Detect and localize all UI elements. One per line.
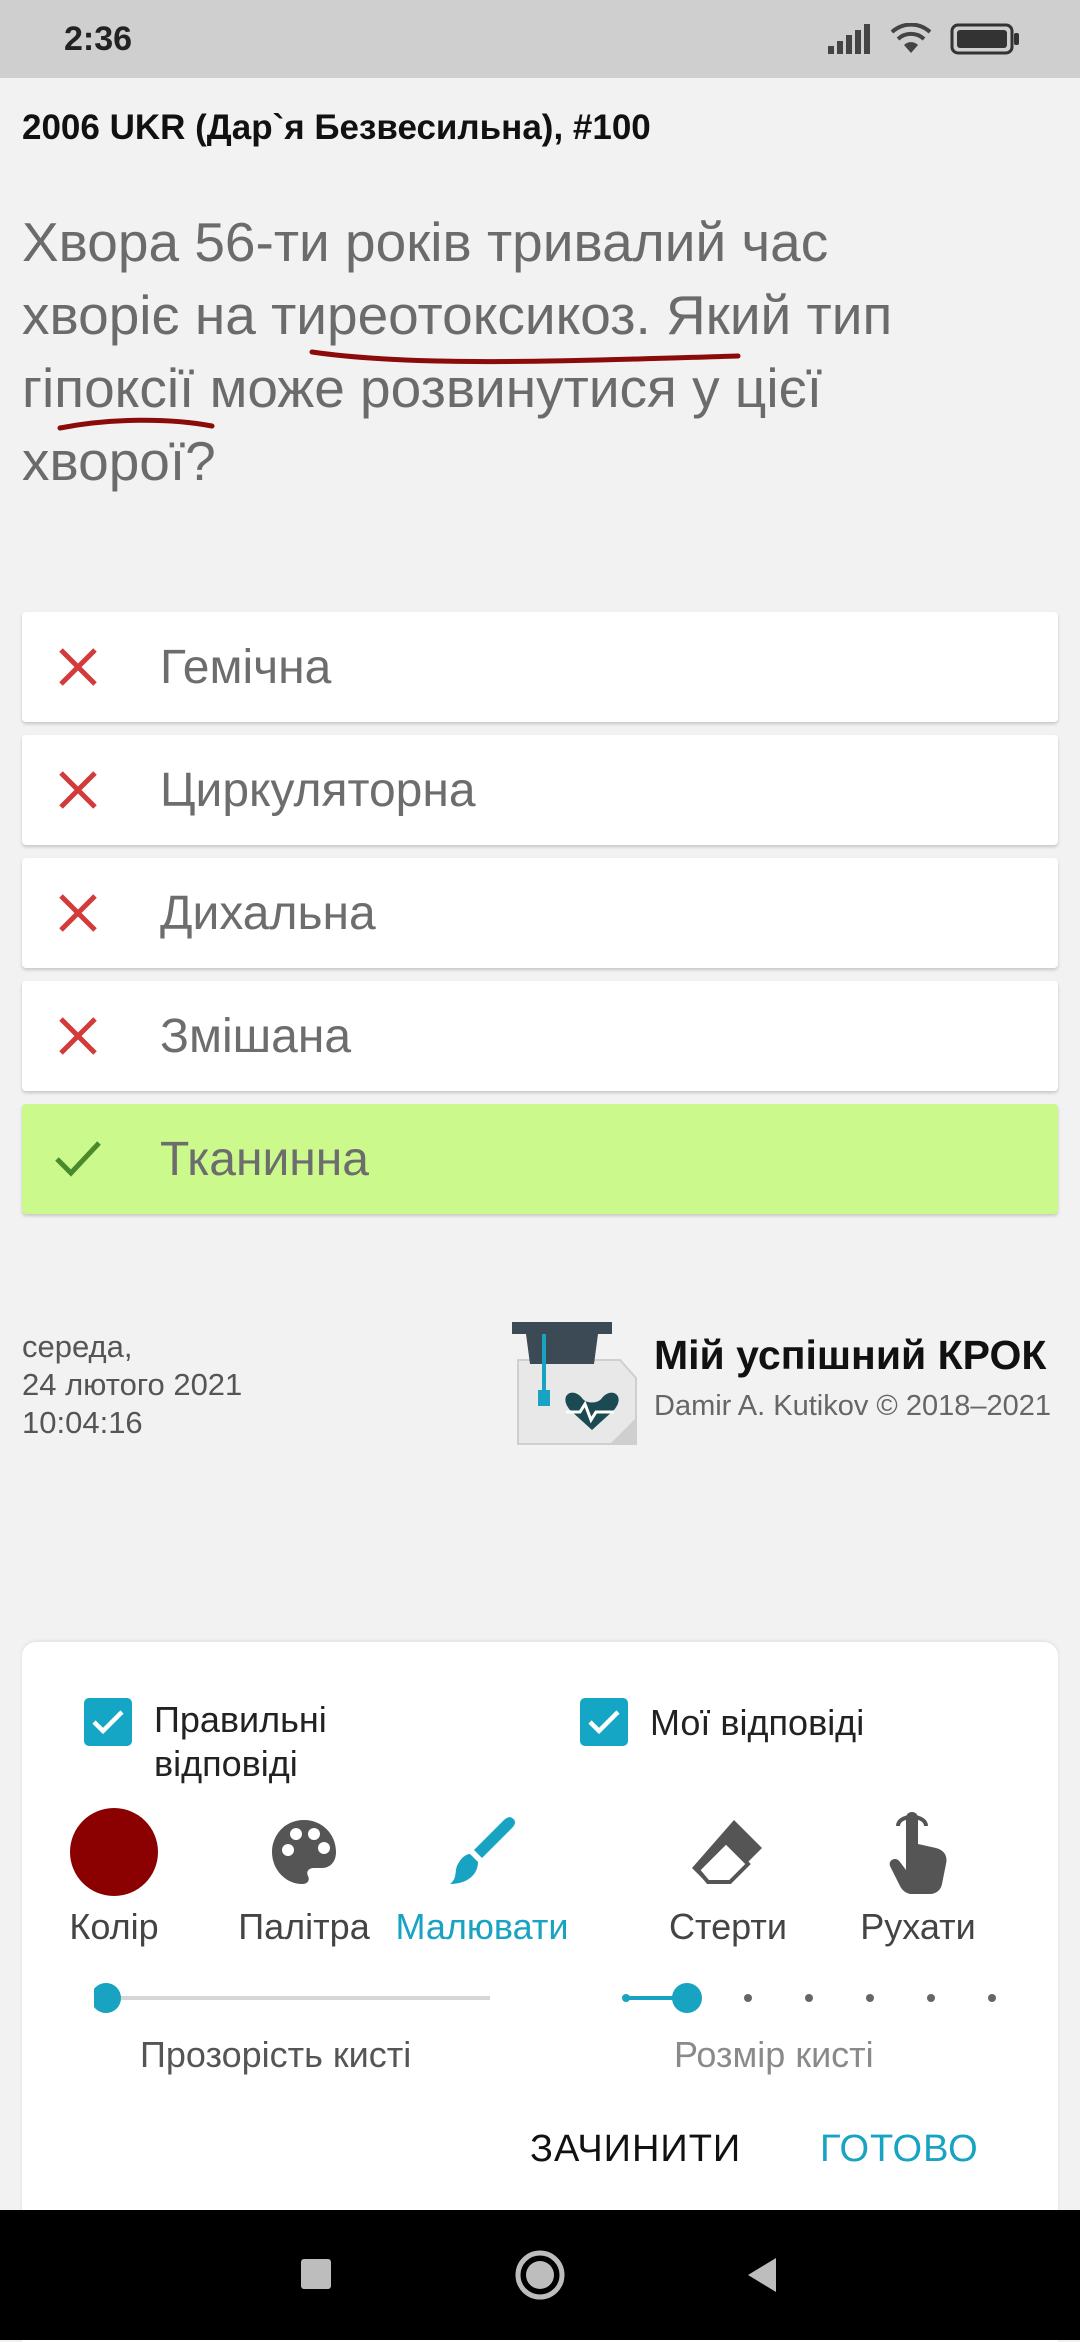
answer-label: Циркуляторна — [160, 763, 476, 817]
answer-label: Тканинна — [160, 1132, 369, 1186]
slider-step-dot — [988, 1994, 996, 2002]
tool-draw[interactable]: Малювати — [362, 1802, 602, 1948]
timestamp: середа, 24 лютого 2021 10:04:16 — [22, 1329, 243, 1440]
wrong-icon — [52, 887, 104, 939]
answer-option[interactable]: Дихальна — [22, 858, 1058, 968]
answer-option-correct[interactable]: Тканинна — [22, 1104, 1058, 1214]
close-button[interactable]: ЗАЧИНИТИ — [530, 2128, 741, 2171]
checkbox-checked-icon — [580, 1698, 628, 1746]
tool-label: Колір — [69, 1906, 159, 1947]
done-button[interactable]: ГОТОВО — [820, 2128, 979, 2171]
home-icon[interactable] — [512, 2250, 568, 2300]
tool-label: Стерти — [669, 1906, 787, 1947]
slider-step-dot — [622, 1994, 630, 2002]
brush-size-slider[interactable] — [602, 1978, 1002, 2018]
answer-option[interactable]: Гемічна — [22, 612, 1058, 722]
answer-label: Гемічна — [160, 640, 332, 694]
tool-label: Малювати — [395, 1906, 569, 1947]
tool-move[interactable]: Рухати — [818, 1802, 1018, 1948]
tool-label: Рухати — [860, 1906, 976, 1947]
brush-icon — [450, 1817, 515, 1884]
status-icons — [828, 23, 1020, 55]
checkbox-label: Правильні відповіді — [154, 1699, 327, 1784]
app-brand: Мій успішний КРОК Damir A. Kutikov © 201… — [510, 1320, 1080, 1450]
wrong-icon — [52, 1010, 104, 1062]
palette-icon — [272, 1820, 336, 1884]
checkbox-checked-icon — [84, 1698, 132, 1746]
tool-bar: Колір Палітра Малювати Стерти Рухати — [22, 1802, 1058, 1952]
answer-list: Гемічна Циркуляторна Дихальна Змішана Тк… — [22, 612, 1058, 1227]
checkbox-my-answers[interactable]: Мої відповіді — [580, 1698, 864, 1746]
app-logo-icon — [512, 1322, 637, 1445]
slider-step-dot — [927, 1994, 935, 2002]
answer-label: Змішана — [160, 1009, 352, 1063]
brush-size-label: Розмір кисті — [674, 2034, 874, 2075]
wifi-icon — [890, 23, 932, 53]
hand-pointer-icon — [889, 1812, 947, 1894]
status-time: 2:36 — [64, 19, 133, 58]
wrong-icon — [52, 764, 104, 816]
checkbox-label: Мої відповіді — [650, 1702, 865, 1743]
eraser-icon — [692, 1820, 762, 1884]
slider-thumb[interactable] — [94, 1983, 121, 2013]
app-copyright: Damir A. Kutikov © 2018–2021 — [654, 1390, 1051, 1422]
recents-icon[interactable] — [300, 2250, 332, 2300]
question-line: Хвора 56-ти років тривалий час — [22, 211, 829, 273]
question-line: гіпоксії може розвинутися у цієї — [22, 357, 822, 419]
slider-thumb[interactable] — [672, 1983, 702, 2013]
question-source: 2006 UKR (Дар`я Безвесильна), #100 — [22, 108, 651, 147]
answer-option[interactable]: Змішана — [22, 981, 1058, 1091]
check-icon — [52, 1133, 104, 1185]
tool-color[interactable]: Колір — [14, 1802, 214, 1948]
wrong-icon — [52, 641, 104, 693]
opacity-label: Прозорість кисті — [140, 2034, 412, 2075]
answer-option[interactable]: Циркуляторна — [22, 735, 1058, 845]
question-text: Хвора 56-ти років тривалий час хворіє на… — [22, 206, 1052, 498]
battery-icon — [950, 23, 1019, 55]
color-swatch-icon — [70, 1808, 158, 1896]
system-nav-bar — [0, 2210, 1080, 2340]
app-title: Мій успішний КРОК — [654, 1332, 1047, 1378]
checkbox-correct-answers[interactable]: Правильні відповіді — [84, 1698, 327, 1786]
slider-step-dot — [744, 1994, 752, 2002]
signal-icon — [828, 24, 870, 54]
question-line: хворіє на тиреотоксикоз. Який тип — [22, 284, 893, 346]
back-icon[interactable] — [744, 2250, 778, 2300]
answer-label: Дихальна — [160, 886, 376, 940]
slider-step-dot — [866, 1994, 874, 2002]
slider-step-dot — [805, 1994, 813, 2002]
opacity-slider[interactable] — [94, 1978, 500, 2018]
tool-erase[interactable]: Стерти — [628, 1802, 828, 1948]
status-bar: 2:36 — [0, 0, 1080, 78]
question-line: хворої? — [22, 430, 216, 492]
